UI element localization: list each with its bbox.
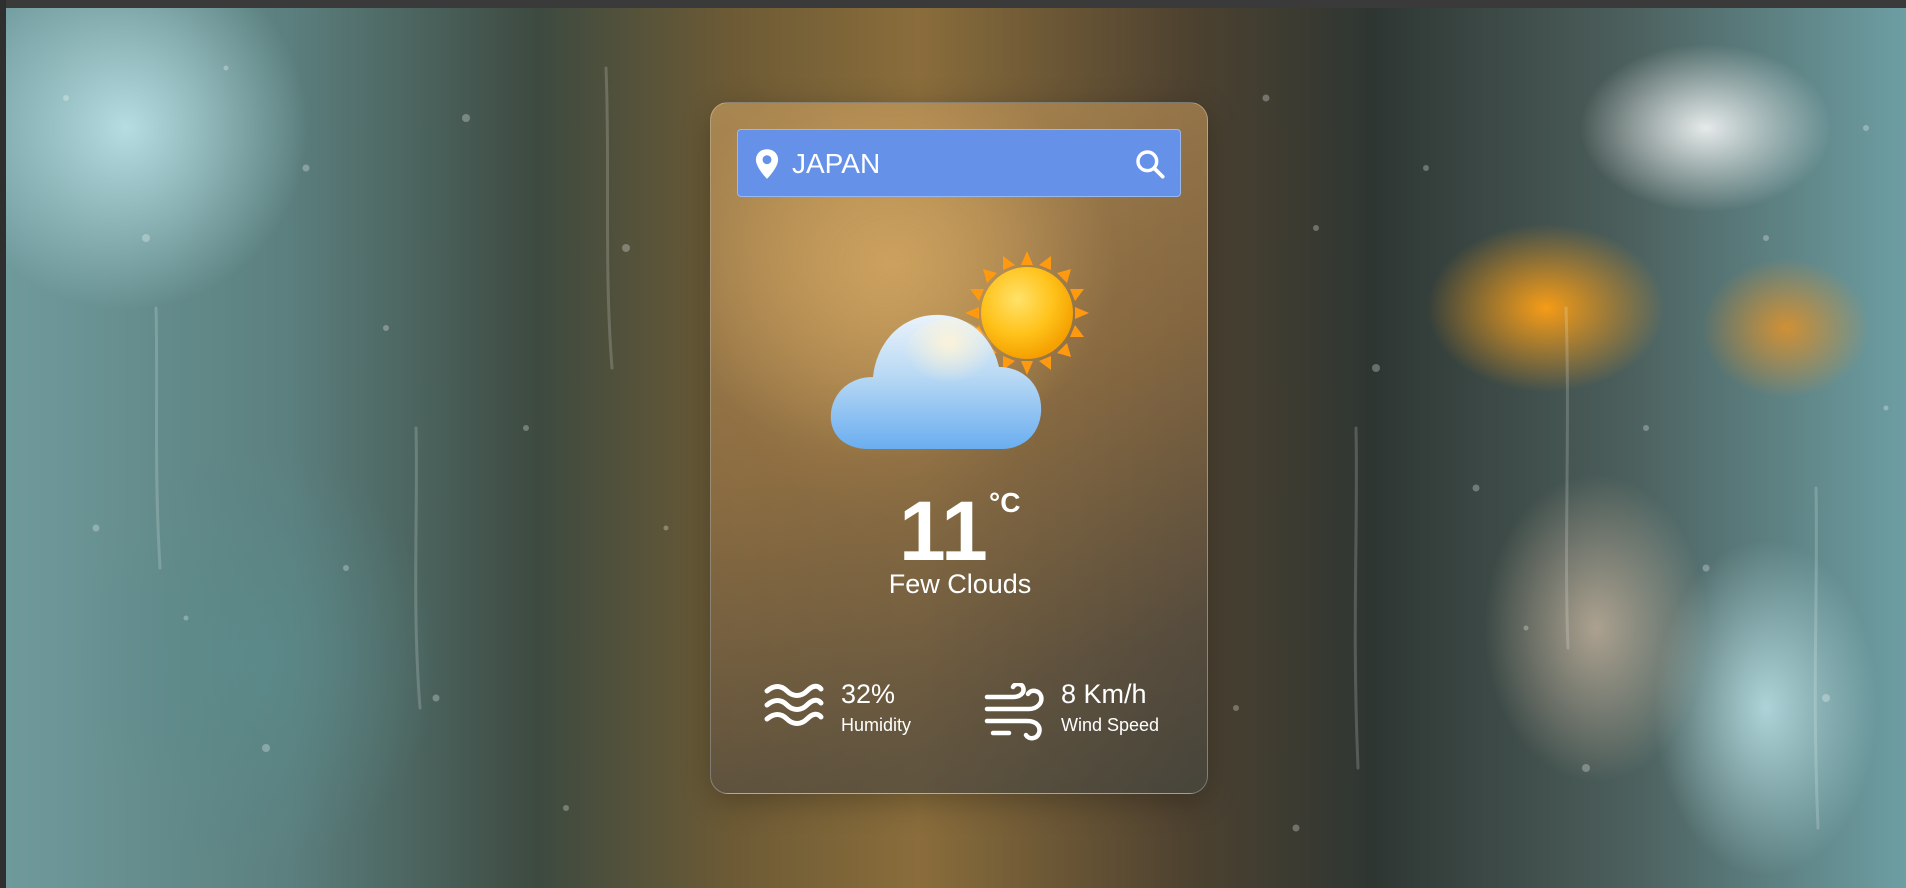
location-pin-icon	[755, 149, 779, 179]
partly-cloudy-icon	[830, 251, 1089, 449]
humidity-detail: 32% Humidity	[763, 679, 943, 739]
weather-description: Few Clouds	[888, 569, 1032, 599]
temperature-value: 11	[899, 484, 988, 578]
search-icon[interactable]	[1134, 148, 1166, 180]
window-top-bar	[0, 0, 1906, 8]
wind-speed-value: 8 Km/h	[1061, 679, 1147, 709]
wind-detail: 8 Km/h Wind Speed	[983, 679, 1183, 741]
wind-speed-label: Wind Speed	[1061, 715, 1160, 735]
waves-icon	[764, 683, 824, 726]
humidity-label: Humidity	[841, 715, 912, 735]
humidity-value: 32%	[841, 679, 896, 709]
location-search-input[interactable]	[790, 142, 1124, 186]
wind-icon	[984, 683, 1044, 741]
weather-card: 11 °C Few Clouds 32% Humidity 8 Km/h Win…	[710, 102, 1208, 794]
temperature-unit: °C	[989, 487, 1021, 518]
temperature-display: 11 °C	[711, 481, 1209, 581]
search-bar	[737, 129, 1181, 197]
